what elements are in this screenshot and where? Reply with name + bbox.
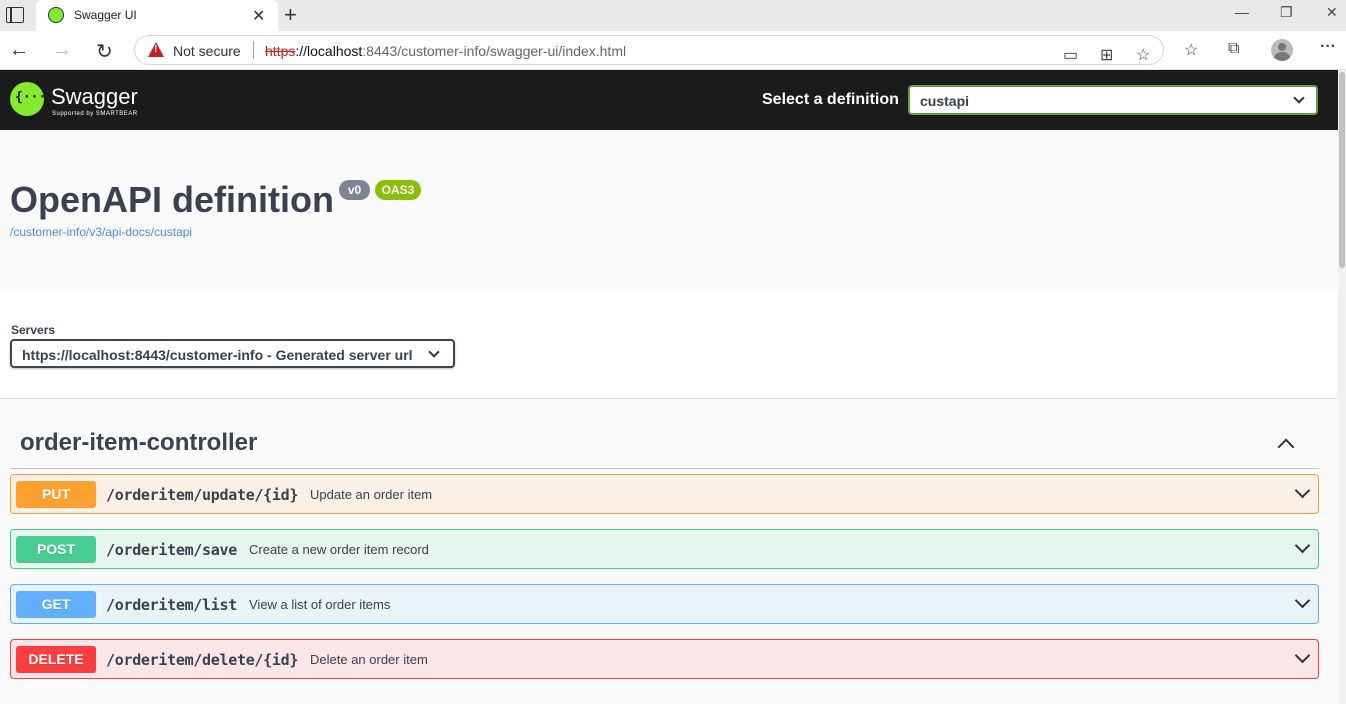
url-host: ://localhost — [295, 43, 363, 59]
profile-avatar[interactable] — [1271, 39, 1293, 61]
browser-tab-strip: Swagger UI ✕ + — ❐ ✕ — [0, 0, 1346, 31]
page-title: OpenAPI definition — [10, 179, 334, 220]
operation-path: /orderitem/list — [106, 596, 237, 614]
favorites-icon[interactable]: ☆ — [1184, 40, 1198, 60]
back-icon[interactable]: ← — [9, 39, 29, 62]
tag-header[interactable]: order-item-controller — [10, 422, 1319, 469]
version-badge: v0 — [339, 180, 370, 200]
url-text[interactable]: https://localhost:8443/customer-info/swa… — [265, 43, 626, 59]
info-section: OpenAPI definition v0 OAS3 /customer-inf… — [0, 130, 1338, 290]
spec-url-link[interactable]: /customer-info/v3/api-docs/custapi — [10, 225, 192, 239]
tag-name: order-item-controller — [20, 429, 258, 456]
operation-put[interactable]: PUT /orderitem/update/{id} Update an ord… — [10, 474, 1319, 514]
servers-section: Servers https://localhost:8443/customer-… — [0, 290, 1338, 399]
add-favorite-icon[interactable]: ☆ — [1136, 45, 1150, 65]
more-menu-icon[interactable]: ··· — [1320, 38, 1336, 56]
definition-label: Select a definition — [762, 91, 899, 108]
url-path: :8443/customer-info/swagger-ui/index.htm… — [362, 43, 627, 59]
address-bar-row: ← → ↻ Not secure https://localhost:8443/… — [0, 31, 1346, 70]
swagger-logo-text[interactable]: Swagger — [51, 84, 138, 110]
new-tab-icon[interactable]: + — [284, 2, 297, 28]
forward-icon[interactable]: → — [52, 39, 72, 62]
operation-summary: Create a new order item record — [249, 542, 429, 557]
operation-summary: Update an order item — [310, 487, 433, 502]
operation-delete[interactable]: DELETE /orderitem/delete/{id} Delete an … — [10, 639, 1319, 679]
method-badge: PUT — [16, 481, 96, 508]
url-scheme: https — [265, 43, 296, 59]
chevron-down-icon — [1293, 92, 1305, 104]
operation-get[interactable]: GET /orderitem/list View a list of order… — [10, 584, 1319, 624]
chevron-down-icon[interactable] — [1294, 537, 1312, 556]
operation-summary: View a list of order items — [249, 597, 391, 612]
chevron-down-icon — [428, 346, 440, 358]
swagger-favicon-icon — [48, 7, 64, 23]
chevron-up-icon[interactable] — [1274, 434, 1296, 456]
operation-path: /orderitem/delete/{id} — [106, 651, 299, 669]
operation-path: /orderitem/update/{id} — [106, 486, 299, 504]
url-field[interactable]: Not secure https://localhost:8443/custom… — [134, 35, 1164, 65]
url-divider — [253, 41, 254, 59]
method-badge: DELETE — [16, 646, 96, 673]
servers-value: https://localhost:8443/customer-info - G… — [22, 347, 413, 363]
warning-icon[interactable] — [148, 42, 164, 57]
definition-value: custapi — [920, 93, 970, 109]
servers-select[interactable]: https://localhost:8443/customer-info - G… — [10, 339, 455, 368]
tab-actions-icon[interactable] — [6, 7, 24, 23]
servers-label: Servers — [11, 323, 56, 337]
definition-select[interactable]: custapi — [908, 85, 1318, 115]
operation-path: /orderitem/save — [106, 541, 237, 559]
minimize-icon[interactable]: — — [1235, 4, 1249, 20]
scrollbar-thumb[interactable] — [1339, 72, 1345, 268]
collections-icon[interactable]: ⧉ — [1228, 40, 1239, 58]
chevron-down-icon[interactable] — [1294, 647, 1312, 666]
restore-icon[interactable]: ❐ — [1280, 4, 1293, 21]
logo-subtitle: Supported by SMARTBEAR — [52, 111, 138, 117]
tab-title: Swagger UI — [74, 8, 137, 22]
apps-icon[interactable]: ⊞ — [1100, 45, 1113, 65]
method-badge: POST — [16, 536, 96, 563]
browser-tab[interactable]: Swagger UI ✕ — [36, 0, 278, 31]
method-badge: GET — [16, 591, 96, 618]
operation-summary: Delete an order item — [310, 652, 428, 667]
operation-post[interactable]: POST /orderitem/save Create a new order … — [10, 529, 1319, 569]
device-icon[interactable]: ▭ — [1063, 45, 1078, 65]
chevron-down-icon[interactable] — [1294, 482, 1312, 501]
page-scrollbar[interactable] — [1338, 70, 1346, 704]
chevron-down-icon[interactable] — [1294, 592, 1312, 611]
close-window-icon[interactable]: ✕ — [1326, 4, 1338, 21]
logo-glyph: {···} — [15, 90, 55, 105]
swagger-topbar: {···} Swagger Supported by SMARTBEAR Sel… — [0, 70, 1338, 130]
not-secure-label[interactable]: Not secure — [173, 43, 241, 59]
oas-badge: OAS3 — [375, 180, 421, 200]
close-tab-icon[interactable]: ✕ — [252, 6, 265, 26]
refresh-icon[interactable]: ↻ — [96, 39, 113, 64]
swagger-logo-icon[interactable]: {···} — [10, 82, 54, 116]
